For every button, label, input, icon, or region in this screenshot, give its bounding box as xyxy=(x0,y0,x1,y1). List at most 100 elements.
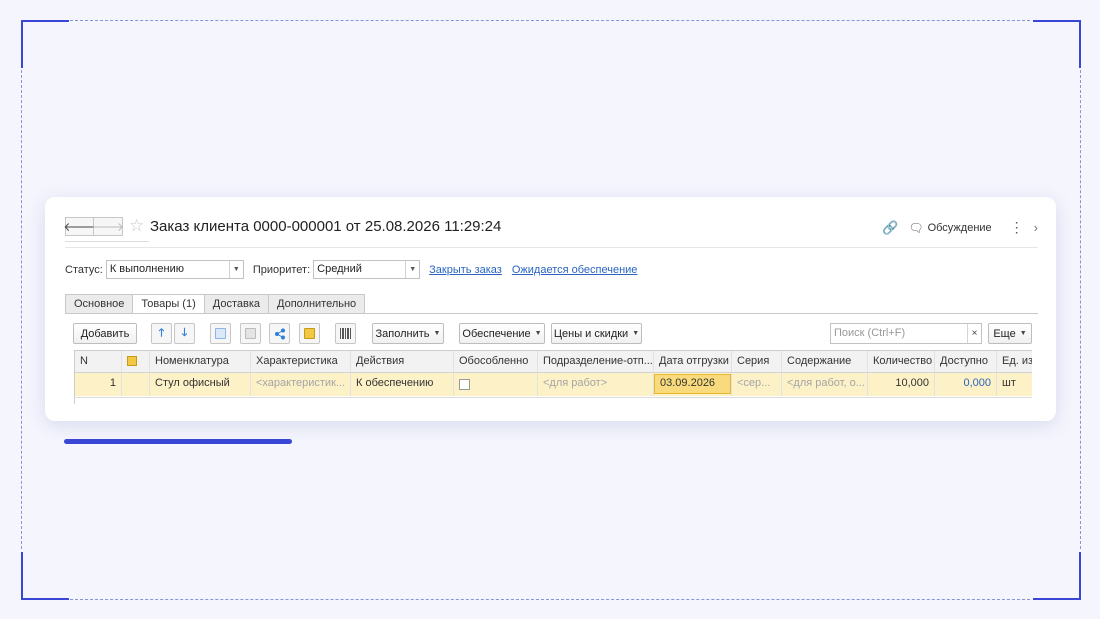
column-header[interactable]: Подразделение-отп... xyxy=(538,351,654,372)
status-label: Статус: xyxy=(65,263,103,276)
supply-label: Обеспечение xyxy=(462,327,531,340)
paste-icon xyxy=(245,328,256,339)
column-header[interactable]: Ед. изм. xyxy=(997,351,1032,372)
characteristic-cell[interactable]: <характеристик... xyxy=(251,373,351,396)
column-header[interactable] xyxy=(122,351,150,372)
share-button[interactable] xyxy=(269,323,290,344)
table-header: N Номенклатура Характеристика Действия О… xyxy=(75,350,1032,373)
column-header[interactable]: Дата отгрузки xyxy=(654,351,732,372)
more-label: Еще xyxy=(993,327,1016,340)
link-icon[interactable]: 🔗 xyxy=(882,220,898,236)
status-value: К выполнению xyxy=(109,263,184,275)
tab-goods[interactable]: Товары (1) xyxy=(133,294,205,314)
search-field[interactable]: Поиск (Ctrl+F) × xyxy=(830,323,982,344)
discussion-button[interactable]: Обсуждение xyxy=(928,222,992,234)
progress-bar xyxy=(64,439,292,444)
separately-cell[interactable] xyxy=(454,373,538,396)
search-input[interactable]: Поиск (Ctrl+F) xyxy=(831,324,967,343)
table-row[interactable]: 1 Стул офисный <характеристик... К обесп… xyxy=(75,373,1032,396)
copy-button[interactable] xyxy=(210,323,231,344)
priority-select[interactable]: Средний ▼ xyxy=(313,260,421,279)
column-header[interactable]: Доступно xyxy=(935,351,997,372)
available-cell[interactable]: 0,000 xyxy=(935,373,997,396)
order-window: 🡐 🡒 ☆ Заказ клиента 0000-000001 от 25.08… xyxy=(45,197,1056,421)
move-up-button[interactable]: 🡑 xyxy=(151,323,172,344)
more-actions-button[interactable]: Еще ▼ xyxy=(988,323,1032,344)
column-header[interactable]: N xyxy=(75,351,122,372)
copy-icon xyxy=(215,328,226,339)
separately-checkbox[interactable] xyxy=(459,379,470,390)
folder-icon xyxy=(304,328,315,339)
close-order-link[interactable]: Закрыть заказ xyxy=(429,264,502,276)
tab-main[interactable]: Основное xyxy=(65,294,134,314)
arrow-up-icon: 🡑 xyxy=(158,327,165,339)
frame-corner xyxy=(21,552,69,600)
barcode-button[interactable] xyxy=(335,323,356,344)
awaiting-supply-link[interactable]: Ожидается обеспечение xyxy=(512,264,638,276)
goods-table: N Номенклатура Характеристика Действия О… xyxy=(74,350,1032,404)
column-header[interactable]: Характеристика xyxy=(251,351,351,372)
frame-right-border xyxy=(1080,70,1081,549)
frame-top-border xyxy=(70,20,1030,21)
clear-search-icon[interactable]: × xyxy=(967,324,981,343)
reservation-cell[interactable] xyxy=(122,373,150,396)
ship-date-cell[interactable]: 03.09.2026 xyxy=(654,373,732,396)
status-row: Статус: К выполнению ▼ Приоритет: Средни… xyxy=(65,260,637,279)
divider xyxy=(65,241,149,242)
unit-cell[interactable]: шт xyxy=(997,373,1032,396)
tab-delivery[interactable]: Доставка xyxy=(204,294,269,314)
back-button[interactable]: 🡐 xyxy=(63,217,96,236)
chevron-down-icon: ▼ xyxy=(1019,330,1027,337)
priority-value: Средний xyxy=(317,263,362,275)
division-cell[interactable]: <для работ> xyxy=(538,373,654,396)
tab-additional[interactable]: Дополнительно xyxy=(269,294,366,314)
share-icon xyxy=(274,328,285,339)
fill-button[interactable]: Заполнить ▼ xyxy=(372,323,444,344)
ship-date-input[interactable]: 03.09.2026 xyxy=(654,374,731,394)
chevron-down-icon[interactable]: ▼ xyxy=(405,261,419,278)
frame-left-border xyxy=(21,70,22,549)
chevron-down-icon: ▼ xyxy=(632,330,640,337)
prices-label: Цены и скидки xyxy=(553,327,629,340)
frame-corner xyxy=(21,20,69,68)
move-down-button[interactable]: 🡓 xyxy=(174,323,195,344)
forward-button[interactable]: 🡒 xyxy=(91,217,125,236)
chevron-down-icon[interactable]: ▼ xyxy=(228,261,243,278)
chevron-down-icon: ▼ xyxy=(433,330,441,337)
page-title: Заказ клиента 0000-000001 от 25.08.2026 … xyxy=(150,218,502,235)
paste-button[interactable] xyxy=(240,323,261,344)
favorite-star-icon[interactable]: ☆ xyxy=(129,216,144,236)
row-number: 1 xyxy=(75,373,122,396)
arrow-right-icon: 🡒 xyxy=(91,220,125,234)
more-menu-icon[interactable]: ⋮ xyxy=(1010,219,1024,236)
quantity-cell[interactable]: 10,000 xyxy=(868,373,935,396)
frame-corner xyxy=(1033,20,1081,68)
barcode-icon xyxy=(339,328,351,339)
content-cell[interactable]: <для работ, о... xyxy=(782,373,868,396)
chevron-down-icon: ▼ xyxy=(534,330,542,337)
column-header[interactable]: Номенклатура xyxy=(150,351,251,372)
series-cell[interactable]: <сер... xyxy=(732,373,782,396)
nomenclature-cell[interactable]: Стул офисный xyxy=(150,373,251,396)
column-header[interactable]: Серия xyxy=(732,351,782,372)
column-header[interactable]: Количество xyxy=(868,351,935,372)
fill-label: Заполнить xyxy=(375,327,430,340)
status-select[interactable]: К выполнению ▼ xyxy=(105,260,244,279)
column-header[interactable]: Содержание xyxy=(782,351,868,372)
column-header[interactable]: Действия xyxy=(351,351,454,372)
arrow-left-icon: 🡐 xyxy=(63,220,96,234)
tab-divider xyxy=(65,313,1038,314)
table-divider xyxy=(74,397,1032,398)
add-button[interactable]: Добавить xyxy=(73,323,137,344)
reservation-icon xyxy=(127,356,137,366)
table-toolbar: Добавить 🡑 🡓 Заполнить ▼ Обеспечение ▼ Цен… xyxy=(73,323,1032,344)
divider xyxy=(65,247,1038,248)
action-cell[interactable]: К обеспечению xyxy=(351,373,454,396)
arrow-down-icon: 🡓 xyxy=(181,327,188,339)
prices-discounts-button[interactable]: Цены и скидки ▼ xyxy=(551,323,642,344)
chevron-right-icon[interactable]: › xyxy=(1034,220,1038,235)
supply-button[interactable]: Обеспечение ▼ xyxy=(459,323,545,344)
header-tools: 🔗 🗨 Обсуждение ⋮ › xyxy=(882,219,1038,236)
select-button[interactable] xyxy=(299,323,320,344)
column-header[interactable]: Обособленно xyxy=(454,351,538,372)
